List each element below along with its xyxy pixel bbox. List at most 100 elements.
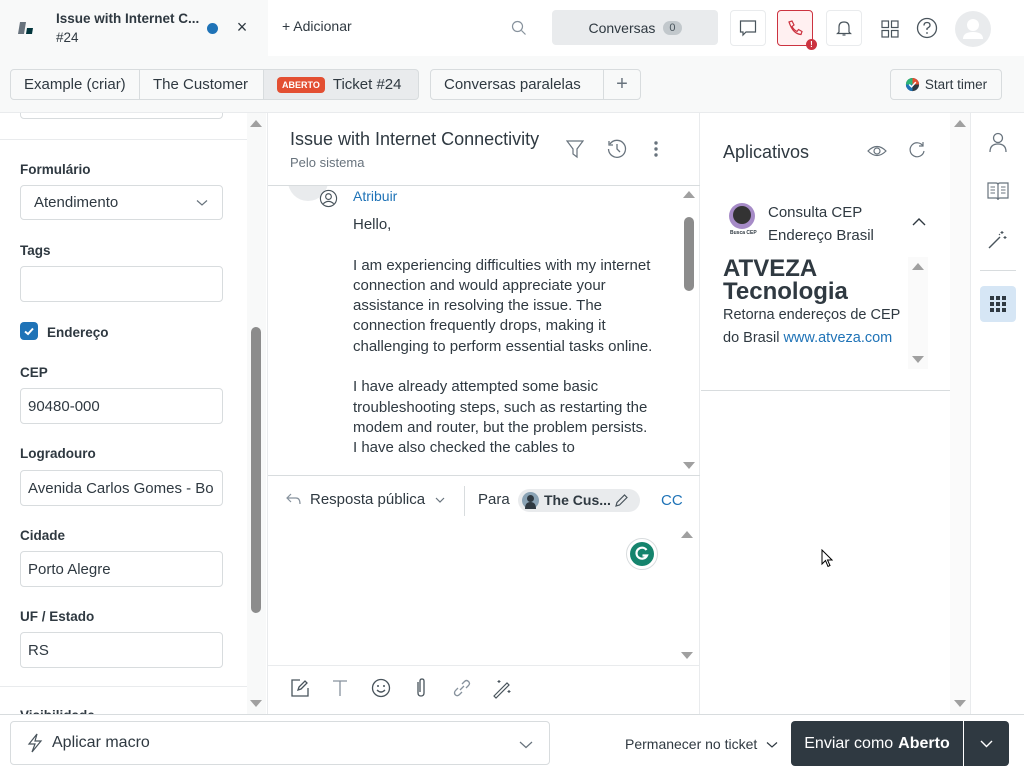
start-timer-label: Start timer — [924, 77, 988, 92]
editor-scrollbar[interactable] — [680, 523, 699, 665]
stay-on-ticket-label: Permanecer no ticket — [625, 736, 758, 752]
tags-input[interactable] — [20, 266, 223, 302]
link-icon[interactable] — [451, 677, 473, 699]
customer-icon[interactable] — [988, 131, 1008, 153]
previous-field-input[interactable] — [20, 113, 223, 119]
user-icon — [963, 19, 983, 39]
apply-macro-label: Aplicar macro — [52, 734, 150, 751]
footer-bar: Aplicar macro Permanecer no ticket Envia… — [0, 714, 1024, 768]
compose-icon[interactable] — [289, 677, 311, 699]
tab-side-conversations[interactable]: Conversas paralelas — [430, 69, 604, 100]
scroll-thumb[interactable] — [251, 327, 261, 613]
message-body: Hello, I am experiencing difficulties wi… — [353, 215, 653, 475]
collapse-chevron-icon[interactable] — [912, 217, 926, 226]
scroll-down-arrow[interactable] — [954, 700, 966, 707]
submit-options-button[interactable] — [964, 721, 1009, 766]
cc-link[interactable]: CC — [661, 492, 683, 509]
more-options-icon[interactable] — [653, 140, 659, 158]
unsaved-indicator — [207, 23, 218, 34]
scroll-up-arrow[interactable] — [954, 120, 966, 127]
company-name-line2: Tecnologia — [723, 278, 848, 305]
search-icon[interactable] — [511, 20, 527, 36]
scroll-down-arrow[interactable] — [912, 356, 924, 363]
assign-link[interactable]: Atribuir — [353, 188, 397, 204]
add-button[interactable]: + Adicionar — [282, 18, 352, 34]
scroll-down-arrow[interactable] — [250, 700, 262, 707]
scroll-thumb[interactable] — [684, 217, 694, 291]
attachment-icon[interactable] — [410, 677, 432, 699]
scroll-down-arrow[interactable] — [681, 652, 693, 659]
scroll-up-arrow[interactable] — [912, 263, 924, 270]
chevron-down-icon[interactable] — [435, 497, 445, 503]
chevron-down-icon — [196, 200, 208, 206]
stay-on-ticket-select[interactable]: Permanecer no ticket — [625, 736, 778, 752]
cep-label: CEP — [20, 365, 48, 380]
status-badge: ABERTO — [277, 76, 325, 93]
scroll-up-arrow[interactable] — [681, 531, 693, 538]
message-paragraph: I am experiencing difficulties with my i… — [353, 256, 653, 355]
add-side-conversation-button[interactable]: + — [603, 69, 641, 100]
city-input[interactable]: Porto Alegre — [20, 551, 223, 587]
emoji-icon[interactable] — [370, 677, 392, 699]
pencil-icon[interactable] — [614, 493, 629, 508]
app-logo: Busca CEP — [727, 201, 757, 237]
context-rail — [972, 113, 1024, 714]
knowledge-icon[interactable] — [987, 181, 1009, 201]
phone-alert-badge: ! — [806, 39, 817, 50]
tab-organization[interactable]: Example (criar) — [10, 69, 140, 100]
reply-type-select[interactable]: Resposta pública — [310, 491, 425, 508]
notifications-button[interactable] — [826, 10, 862, 46]
checkmark-icon — [24, 327, 34, 336]
reply-editor[interactable] — [268, 523, 680, 665]
apps-title: Aplicativos — [723, 142, 810, 162]
help-icon[interactable] — [916, 17, 938, 39]
apps-grid-icon — [990, 296, 1006, 312]
user-avatar[interactable] — [955, 11, 991, 47]
apps-grid-icon[interactable] — [881, 20, 899, 38]
grammarly-icon — [630, 542, 654, 566]
form-select[interactable]: Atendimento — [20, 185, 223, 220]
left-panel-scrollbar[interactable] — [247, 113, 266, 714]
phone-button[interactable]: ! — [777, 10, 817, 50]
conversations-button[interactable]: Conversas 0 — [552, 10, 718, 45]
grammarly-button[interactable] — [626, 538, 658, 570]
scroll-down-arrow[interactable] — [683, 462, 695, 469]
ticket-tab[interactable]: Issue with Internet C... #24 × — [0, 0, 268, 56]
reply-header: Resposta pública Para The Cus... CC — [268, 475, 700, 523]
text-format-icon[interactable] — [329, 677, 351, 699]
scroll-up-arrow[interactable] — [683, 191, 695, 198]
scroll-up-arrow[interactable] — [250, 120, 262, 127]
address-checkbox-label: Endereço — [47, 325, 109, 340]
recipient-name: The Cus... — [544, 492, 611, 508]
ticket-fields-panel: Formulário Atendimento Tags Endereço CEP… — [0, 113, 268, 714]
chat-button[interactable] — [730, 10, 766, 46]
conversation-panel: Issue with Internet Connectivity Pelo si… — [268, 113, 700, 714]
conversations-label: Conversas — [588, 19, 656, 36]
recipient-avatar — [522, 492, 539, 509]
refresh-icon[interactable] — [908, 141, 926, 159]
app-logo-caption: Busca CEP — [730, 230, 757, 236]
recipient-pill[interactable]: The Cus... — [518, 489, 640, 512]
street-input[interactable]: Avenida Carlos Gomes - Bo — [20, 470, 223, 506]
close-tab-icon[interactable]: × — [234, 17, 250, 38]
company-link[interactable]: www.atveza.com — [783, 330, 892, 346]
submit-button[interactable]: Enviar como Aberto — [791, 721, 963, 766]
magic-wand-icon[interactable] — [491, 677, 513, 699]
apps-rail-button[interactable] — [980, 286, 1016, 322]
tab-customer[interactable]: The Customer — [139, 69, 264, 100]
filter-icon[interactable] — [566, 139, 584, 159]
app-scrollbar[interactable] — [908, 257, 928, 369]
zendesk-logo-icon — [18, 22, 33, 34]
address-checkbox[interactable] — [20, 322, 38, 340]
tab-ticket[interactable]: ABERTO Ticket #24 — [263, 69, 419, 100]
magic-icon[interactable] — [988, 229, 1008, 249]
eye-icon[interactable] — [867, 143, 887, 159]
state-input[interactable]: RS — [20, 632, 223, 668]
apps-panel-scrollbar[interactable] — [950, 113, 970, 714]
apply-macro-select[interactable]: Aplicar macro — [10, 721, 550, 765]
thread-scrollbar[interactable] — [680, 186, 699, 475]
street-label: Logradouro — [20, 446, 96, 461]
start-timer-button[interactable]: Start timer — [890, 69, 1002, 100]
cep-input[interactable]: 90480-000 — [20, 388, 223, 424]
history-icon[interactable] — [606, 138, 628, 160]
